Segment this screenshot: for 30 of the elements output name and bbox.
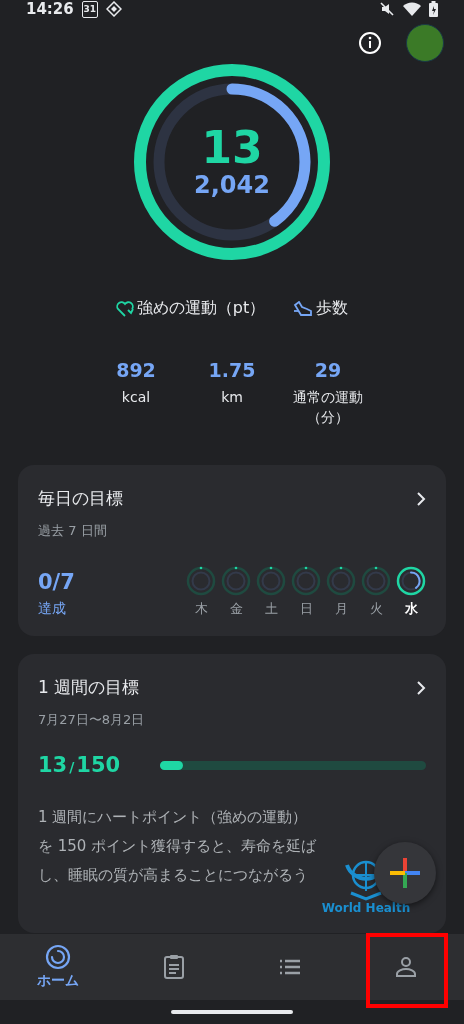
weekly-goal-card[interactable]: 1 週間の目標 7月27日〜8月2日 13/150 1 週間にハートポイント（強めの運動）を 150 ポイント獲得すると、寿命を延ばし、睡眠の質が高まることにつながるう World Health — [18, 654, 446, 933]
daily-goal-card[interactable]: 毎日の目標 過去 7 日間 0/7 達成 木 金 土 日 月 火 水 — [18, 465, 446, 636]
weekly-score: 13/150 — [38, 753, 121, 777]
day-label: 木 — [194, 600, 208, 618]
stat-label: kcal — [120, 388, 152, 407]
card-subtitle: 過去 7 日間 — [38, 522, 108, 540]
goal-description: 1 週間にハートポイント（強めの運動）を 150 ポイント獲得すると、寿命を延ばし、睡眠の質が高まることにつながるう — [38, 807, 318, 886]
goal-score: 0/7 — [38, 570, 75, 594]
day-label: 金 — [229, 600, 243, 618]
day-label: 月 — [334, 600, 348, 618]
day-label: 日 — [299, 600, 313, 618]
stat-label: km — [220, 388, 244, 407]
card-title: 1 週間の目標 — [38, 676, 140, 699]
legend-label: 歩数 — [316, 298, 349, 319]
clock: 14:26 — [26, 0, 74, 18]
legend-label: 強めの運動（pt） — [136, 298, 266, 319]
stat-label: 通常の運動（分） — [292, 388, 364, 427]
stat-value: 892 — [116, 359, 156, 381]
day-label: 土 — [264, 600, 278, 618]
card-title: 毎日の目標 — [38, 487, 123, 510]
heart-points-value: 13 — [201, 125, 263, 171]
logo-text: World Health — [321, 901, 411, 915]
stat-value: 1.75 — [208, 359, 256, 381]
steps-value: 2,042 — [194, 171, 270, 199]
card-subtitle: 7月27日〜8月2日 — [38, 711, 146, 729]
calendar-icon: 31 — [81, 0, 98, 18]
day-label: 火 — [369, 600, 383, 618]
day-label: 水 — [404, 600, 418, 618]
goal-score-label: 達成 — [38, 600, 67, 618]
stat-value: 29 — [314, 359, 342, 381]
